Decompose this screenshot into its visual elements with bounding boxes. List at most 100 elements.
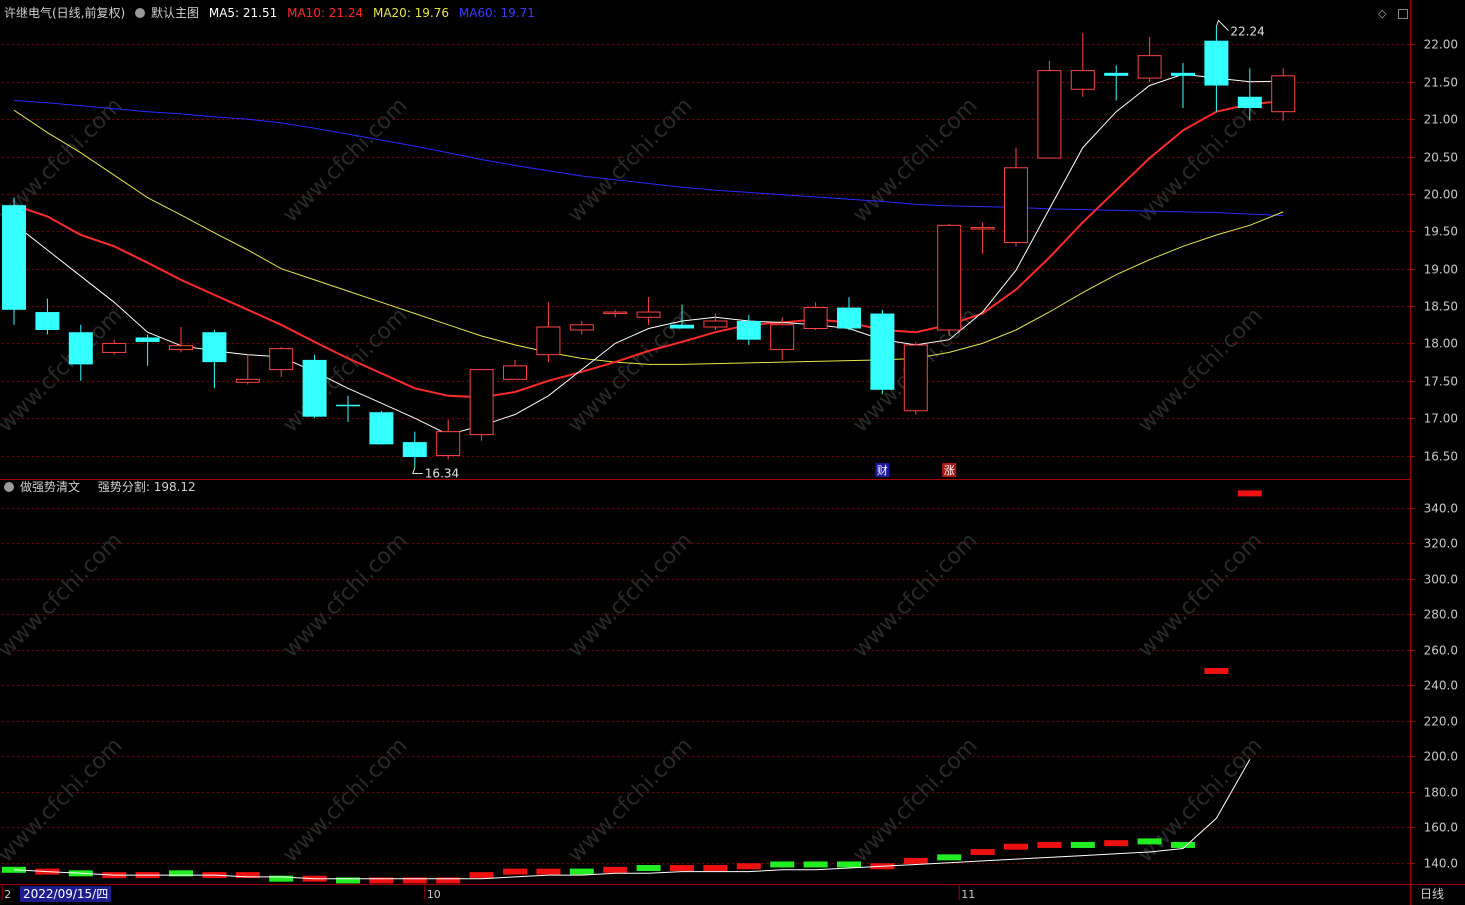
indicator-tick-label: 220.0: [1424, 715, 1458, 729]
watermark: www.cfchi.com: [563, 528, 697, 662]
price-tick-label: 16.50: [1424, 450, 1458, 464]
candle: [503, 359, 527, 380]
indicator-bar: [1037, 841, 1062, 848]
high-label: 22.24: [1230, 24, 1264, 38]
candle-body: [269, 348, 294, 371]
indicator-bar: [1204, 667, 1229, 674]
candle-body: [770, 324, 795, 350]
price-tick-label: 22.00: [1424, 38, 1458, 52]
candle: [169, 326, 193, 353]
candle-body: [402, 442, 427, 458]
price-tick-label: 18.00: [1424, 337, 1458, 351]
candle-body: [536, 326, 561, 356]
date-cursor-label: 2022/09/15/四: [20, 886, 112, 902]
candle: [1171, 63, 1195, 108]
price-tick-label: 17.00: [1424, 412, 1458, 426]
candle: [1204, 26, 1229, 112]
candle-body: [68, 332, 93, 365]
candle-body: [1204, 40, 1229, 86]
stock-title[interactable]: 许继电气(日线,前复权): [4, 6, 125, 20]
candle-body: [102, 342, 127, 353]
indicator-tick-label: 180.0: [1424, 786, 1458, 800]
indicator-bar: [803, 861, 828, 868]
candle-body: [736, 321, 761, 340]
period-button[interactable]: 日线: [1420, 886, 1444, 902]
indicator-bar: [636, 865, 661, 872]
template-name[interactable]: 默认主图: [151, 6, 199, 20]
watermark: www.cfchi.com: [563, 733, 697, 867]
candle: [603, 309, 628, 318]
indicator-name[interactable]: 做强势清文: [20, 480, 80, 494]
indicator-settings-icon[interactable]: [4, 482, 14, 492]
candle-body: [469, 369, 494, 436]
indicator-bar: [903, 857, 928, 864]
ma10-label: MA10: 21.24: [287, 6, 364, 20]
candle-body: [202, 332, 227, 363]
indicator-bar: [603, 866, 628, 873]
indicator-bar: [1104, 840, 1129, 847]
price-tick-label: 19.50: [1424, 225, 1458, 239]
candle: [2, 197, 26, 325]
indicator-panel[interactable]: [2, 490, 1262, 884]
candle: [402, 431, 427, 468]
candle: [269, 347, 294, 378]
candle: [1271, 68, 1296, 121]
watermark: www.cfchi.com: [278, 528, 412, 662]
candle-body: [2, 205, 26, 310]
indicator-bar: [503, 868, 527, 875]
candle-body: [336, 404, 360, 407]
candle: [1070, 33, 1095, 97]
indicator-tick-label: 340.0: [1424, 502, 1458, 516]
candle: [703, 313, 728, 330]
candle-body: [1070, 70, 1095, 90]
indicator-bar: [970, 849, 995, 856]
candle-body: [1104, 72, 1129, 76]
candle: [1137, 36, 1162, 82]
ma20-label: MA20: 19.76: [372, 6, 450, 20]
candle-body: [937, 224, 962, 331]
candle: [469, 369, 494, 441]
candle-body: [569, 324, 594, 331]
indicator-bar: [1171, 841, 1195, 848]
candle: [235, 354, 260, 385]
candle-body: [369, 412, 394, 445]
indicator-bar: [469, 872, 494, 879]
watermark: www.cfchi.com: [1133, 528, 1267, 662]
candle-body: [302, 359, 327, 417]
low-label: 16.34: [425, 467, 459, 481]
candle-body: [636, 311, 661, 318]
candle-body: [837, 307, 861, 329]
candle: [569, 321, 594, 335]
ma5-label: MA5: 21.51: [208, 6, 278, 20]
diamond-icon[interactable]: ◇: [1378, 7, 1386, 20]
candle-body: [1037, 70, 1062, 159]
candle-body: [1137, 55, 1162, 79]
settings-icon[interactable]: [135, 8, 146, 18]
price-tick-label: 20.00: [1424, 188, 1458, 202]
indicator-tick-label: 320.0: [1424, 537, 1458, 551]
candle: [202, 329, 227, 389]
indicator-tick-label: 280.0: [1424, 608, 1458, 622]
date-tick-label: 11: [961, 888, 975, 901]
price-tick-label: 21.00: [1424, 113, 1458, 127]
indicator-tick-label: 200.0: [1424, 750, 1458, 764]
price-tick-label: 17.50: [1424, 375, 1458, 389]
indicator-bar: [1237, 490, 1262, 497]
indicator-tick-label: 300.0: [1424, 573, 1458, 587]
price-tick-label: 18.50: [1424, 300, 1458, 314]
candle-body: [503, 365, 527, 380]
stock-chart[interactable]: www.cfchi.com www.cfchi.com www.cfchi.com w…: [0, 0, 1465, 905]
indicator-tick-label: 240.0: [1424, 679, 1458, 693]
watermark: www.cfchi.com: [1133, 733, 1267, 867]
indicator-bar: [703, 865, 728, 872]
candle-body: [1171, 72, 1195, 76]
main-header: 许继电气(日线,前复权) 默认主图 MA5: 21.51 MA10: 21.24…: [4, 6, 541, 20]
candle-body: [436, 431, 461, 457]
indicator-bar: [569, 868, 594, 875]
indicator-bar: [1070, 841, 1095, 848]
price-panel[interactable]: 22.24 16.34 财 涨: [2, 19, 1296, 481]
window-toggle-icon[interactable]: [1398, 9, 1408, 19]
candle-body: [970, 227, 995, 230]
candle: [1004, 147, 1028, 247]
candle-body: [1237, 96, 1262, 108]
